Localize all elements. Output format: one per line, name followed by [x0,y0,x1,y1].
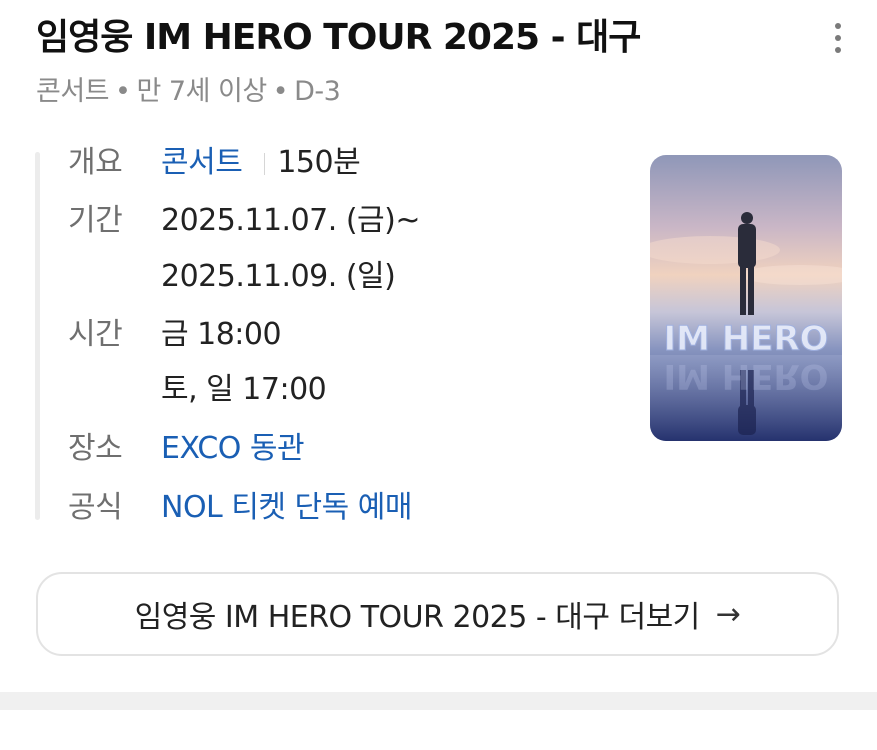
meta-age: 만 7세 이상 [136,76,267,107]
page-title: 임영웅 IM HERO TOUR 2025 - 대구 [36,17,641,58]
info-row-official: 공식 NOL 티켓 단독 예매 [68,481,412,535]
poster-title: IM HERO [663,319,828,359]
info-accent-bar [35,152,40,520]
more-vertical-icon[interactable] [820,18,856,58]
event-poster[interactable]: IM HERO IM HERO [650,155,842,441]
info-row-venue: 장소 EXCO 동관 [68,422,305,476]
section-divider [0,692,877,710]
time-line-1: 금 18:00 [161,317,282,352]
period-start: 2025.11.07. (금)~ [161,203,421,238]
see-more-button[interactable]: 임영웅 IM HERO TOUR 2025 - 대구 더보기 → [36,572,839,656]
event-meta: 콘서트 • 만 7세 이상 • D-3 [36,72,341,112]
poster-title-reflection: IM HERO [663,356,828,396]
meta-separator: • [115,76,131,107]
duration-value: 150분 [277,145,361,180]
info-label-overview: 개요 [68,145,123,180]
ticket-link[interactable]: NOL 티켓 단독 예매 [161,490,412,525]
see-more-label: 임영웅 IM HERO TOUR 2025 - 대구 더보기 [134,600,701,635]
divider [264,152,266,175]
period-end: 2025.11.09. (일) [161,259,396,294]
venue-link[interactable]: EXCO 동관 [161,431,305,466]
time-line-2: 토, 일 17:00 [161,372,327,407]
meta-genre: 콘서트 [36,76,110,107]
arrow-right-icon: → [715,596,741,632]
meta-separator: • [272,76,289,107]
info-label-period: 기간 [68,203,123,238]
info-row-time: 시간 금 18:00 [68,308,282,362]
info-row-period: 기간 2025.11.07. (금)~ [68,194,421,248]
info-label-venue: 장소 [68,431,123,466]
info-label-official: 공식 [68,490,123,525]
genre-link[interactable]: 콘서트 [161,145,243,180]
meta-dday: D-3 [294,76,341,107]
info-row-overview: 개요 콘서트 150분 [68,136,361,190]
info-label-time: 시간 [68,317,123,352]
